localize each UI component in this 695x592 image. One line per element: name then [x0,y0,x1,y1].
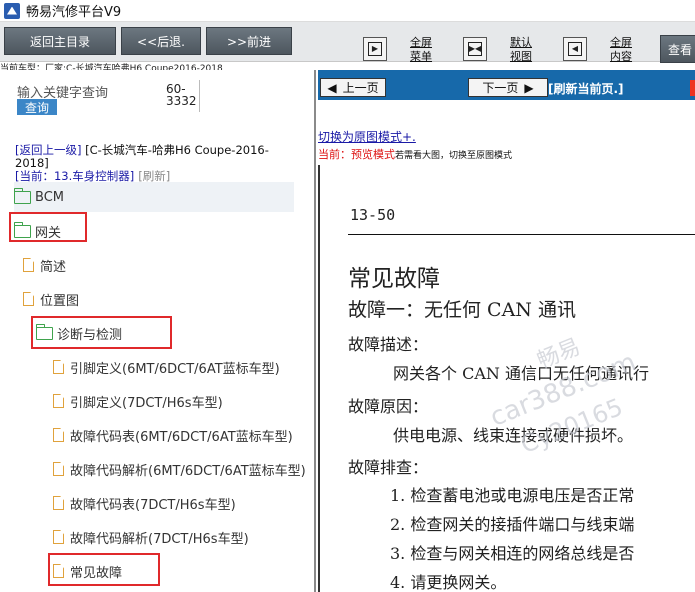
fullscreen-menu-line2: 菜单 [410,50,432,63]
default-view-button[interactable]: ▶◀ [463,37,487,61]
prev-page-button[interactable]: ◀ 上一页 [320,78,386,97]
tree-item-dtc-table-2[interactable]: 故障代码表(7DCT/H6s车型) [53,488,236,518]
tree-item-label: 引脚定义(7DCT/H6s车型) [70,395,223,411]
doc-desc-title: 故障描述： [348,335,429,354]
tree-item-label: 简述 [40,259,67,275]
view-button[interactable]: 查看 [660,35,695,63]
next-page-button[interactable]: 下一页 ▶ [468,78,548,97]
folder-icon [14,187,31,204]
tree-item-label: BCM [35,189,64,205]
refresh-link[interactable]: [刷新] [138,169,170,183]
fullscreen-content-line2: 内容 [610,50,632,63]
divider [199,80,200,112]
doc-desc-text: 网关各个 CAN 通信口无任何通讯行 [393,364,649,383]
default-view-line2: 视图 [510,50,532,63]
current-mode-value: 预览模式 [351,148,395,161]
fullscreen-menu-line1: 全屏 [410,36,432,49]
document-edge [318,165,320,592]
default-view-line1: 默认 [510,36,532,49]
title-bar: 畅易汽修平台V9 [0,0,695,22]
mode-hint: 若需看大图，切换至原图模式 [395,151,513,161]
fullscreen-menu-button[interactable]: ▶ [363,37,387,61]
right-pane: ◀ 上一页 下一页 ▶ [刷新当前页.] 切换为原图模式+. 当前：预览模式若需… [318,70,695,592]
doc-step: 3. 检查与网关相连的网络总线是否 [390,544,635,563]
app-icon [4,2,20,19]
fullscreen-content-line1: 全屏 [610,36,632,49]
view-content-icon: ◀ [568,42,582,56]
tree-item-label: 故障代码解析(7DCT/H6s车型) [70,531,249,547]
red-indicator [690,80,695,96]
fullscreen-menu-link[interactable]: 全屏 菜单 [403,36,439,64]
tree-item-label: 位置图 [40,293,80,309]
forward-button[interactable]: >>前进 [206,27,292,55]
refresh-page-link[interactable]: [刷新当前页.] [548,80,624,97]
toolbar: 返回主目录 <<后退. >>前进 ▶ 全屏 菜单 ▶◀ 默认 视图 ◀ 全屏 内… [0,22,695,64]
doc-subheading: 故障一：无任何 CAN 通讯 [348,299,576,321]
search-button[interactable]: 查询 [17,99,57,115]
arrow-right-icon: ▶ [524,80,534,95]
left-pane: 输入关键字查询 查询 60- 3332 [返回上一级] [C-长城汽车-哈弗H6… [0,70,316,592]
tree-item-dtc-table-1[interactable]: 故障代码表(6MT/6DCT/6AT蓝标车型) [53,420,293,450]
doc-step: 1. 检查蓄电池或电源电压是否正常 [390,486,635,505]
view-single-icon: ▶ [368,42,382,56]
tree-item-label: 故障代码表(6MT/6DCT/6AT蓝标车型) [70,429,293,445]
tree-item-dtc-analysis-1[interactable]: 故障代码解析(6MT/6DCT/6AT蓝标车型) [53,454,306,484]
document-icon [53,394,64,408]
tree-item-label: 引脚定义(6MT/6DCT/6AT蓝标车型) [70,361,280,377]
document-icon [53,428,64,442]
prev-page-label: 上一页 [342,81,379,95]
tree-item-dtc-analysis-2[interactable]: 故障代码解析(7DCT/H6s车型) [53,522,249,552]
breadcrumb-path: [C-长城汽车-哈弗H6 Coupe-2016- [85,143,269,157]
next-page-label: 下一页 [482,81,519,95]
back-main-button[interactable]: 返回主目录 [4,27,116,55]
document-icon [53,530,64,544]
back-up-link[interactable]: [返回上一级] [15,143,81,157]
tree-item-location[interactable]: 位置图 [23,284,79,314]
tree-item-label: 故障代码解析(6MT/6DCT/6AT蓝标车型) [70,463,306,479]
doc-cause-text: 供电电源、线束连接或硬件损坏。 [393,426,634,445]
arrow-left-icon: ◀ [327,80,337,95]
highlight-box [9,212,87,242]
page-nav-bar: ◀ 上一页 下一页 ▶ [刷新当前页.] [318,70,695,100]
switch-original-mode-link[interactable]: 切换为原图模式+. [318,128,416,145]
code-line-2: 3332 [166,94,197,108]
current-mode-info: 当前：预览模式若需看大图，切换至原图模式 [318,146,512,162]
tree-item-overview[interactable]: 简述 [23,250,66,280]
doc-cause-title: 故障原因： [348,397,429,416]
document-icon [53,496,64,510]
tree-item-pin-def-2[interactable]: 引脚定义(7DCT/H6s车型) [53,386,223,416]
highlight-box [48,553,160,586]
view-split-icon: ▶◀ [468,42,482,56]
tree-item-label: 故障代码表(7DCT/H6s车型) [70,497,236,513]
current-node: [当前：13.车身控制器] [15,169,135,183]
default-view-link[interactable]: 默认 视图 [503,36,539,64]
current-mode-label: 当前： [318,148,351,161]
document-icon [23,292,34,306]
document-icon [53,360,64,374]
fullscreen-content-button[interactable]: ◀ [563,37,587,61]
doc-heading: 常见故障 [348,266,440,292]
doc-check-title: 故障排查： [348,458,429,477]
fullscreen-content-link[interactable]: 全屏 内容 [603,36,639,64]
back-button[interactable]: <<后退. [121,27,201,55]
document-icon [53,462,64,476]
doc-step: 2. 检查网关的接插件端口与线束端 [390,515,635,534]
highlight-box [31,316,172,349]
breadcrumb: [返回上一级] [C-长城汽车-哈弗H6 Coupe-2016- [15,144,269,156]
document-icon [23,258,34,272]
doc-page-number: 13-50 [350,206,396,224]
tree-item-bcm[interactable]: BCM [14,182,294,212]
window-title: 畅易汽修平台V9 [26,5,122,20]
tree-item-pin-def-1[interactable]: 引脚定义(6MT/6DCT/6AT蓝标车型) [53,352,280,382]
doc-step: 4. 请更换网关。 [390,573,507,592]
doc-rule [348,234,695,235]
